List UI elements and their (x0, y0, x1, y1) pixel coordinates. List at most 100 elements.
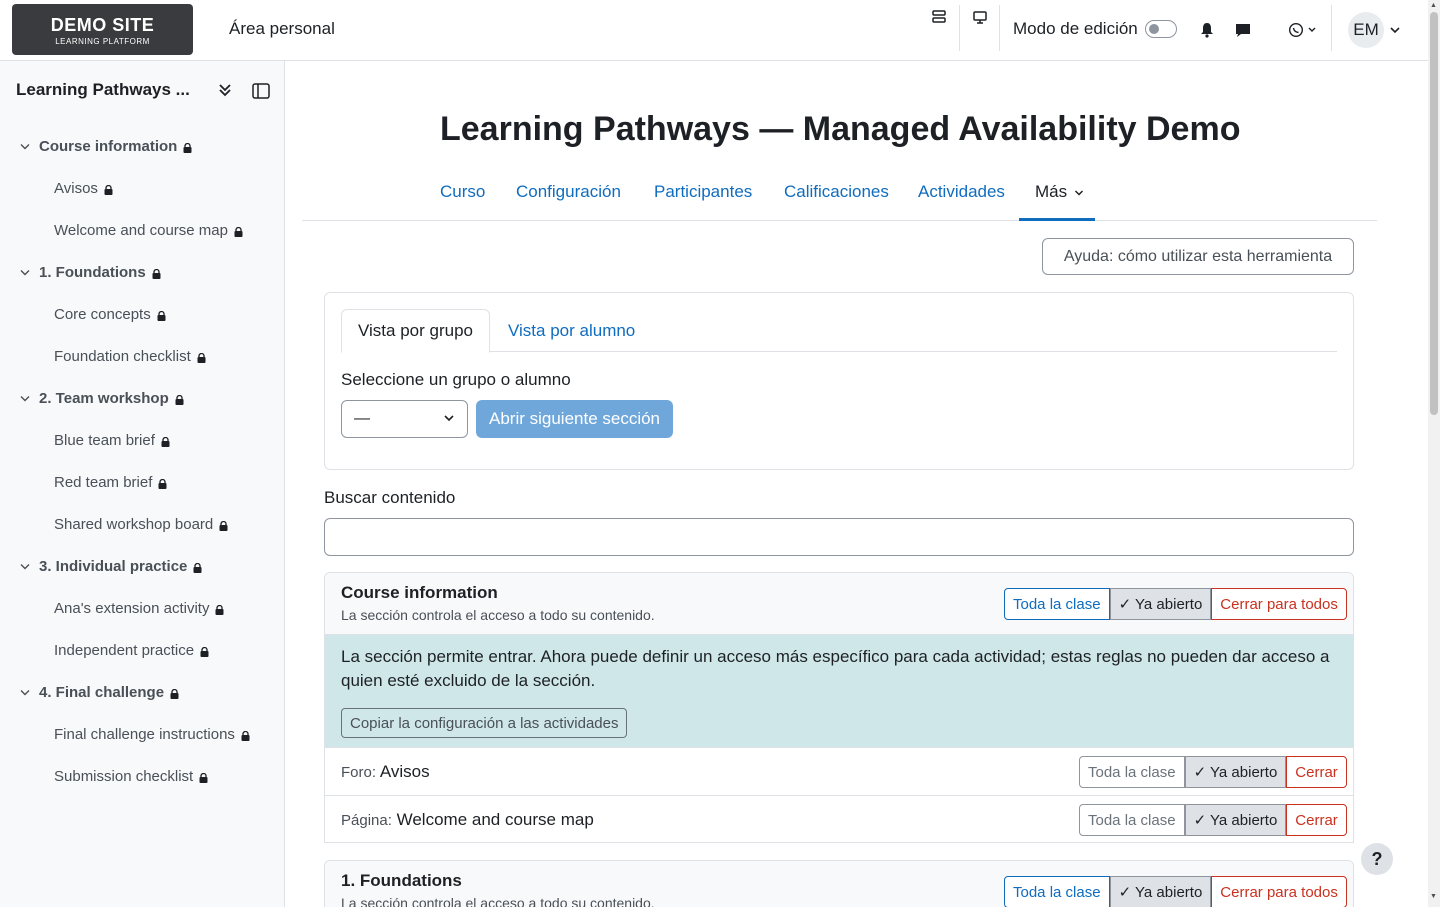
lock-icon (183, 142, 192, 153)
chevron-down-icon[interactable] (18, 561, 32, 573)
course-index-drawer: Learning Pathways ... Course information… (0, 61, 285, 907)
course-secondary-nav: Curso Configuración Participantes Califi… (302, 170, 1377, 221)
lock-icon (152, 268, 161, 279)
already-open-button[interactable]: ✓ Ya abierto (1184, 804, 1287, 836)
section-card: 1. Foundations La sección controla el ac… (324, 860, 1354, 907)
copy-settings-button[interactable]: Copiar la configuración a las actividade… (341, 708, 628, 738)
sidebar-activity[interactable]: Submission checklist (54, 768, 208, 785)
nav-home-link[interactable]: Área personal (229, 19, 335, 39)
section-card: Course information La sección controla e… (324, 572, 1354, 843)
sidebar-item-label: Submission checklist (54, 768, 194, 785)
tab-settings[interactable]: Configuración (516, 182, 621, 202)
edit-mode-label: Modo de edición (1013, 19, 1138, 38)
page-scrollbar[interactable]: ▲ ▼ (1428, 0, 1440, 907)
lock-icon (197, 352, 206, 363)
sidebar-item-label: Shared workshop board (54, 516, 214, 533)
tab-activities[interactable]: Actividades (918, 182, 1005, 202)
chevron-down-icon[interactable] (1389, 24, 1401, 36)
sidebar-activity[interactable]: Final challenge instructions (54, 726, 250, 743)
whole-class-button[interactable]: Toda la clase (1079, 804, 1185, 836)
chevron-down-icon[interactable] (18, 141, 32, 153)
edit-mode-toggle[interactable] (1145, 20, 1177, 38)
chevron-down-icon[interactable] (18, 267, 32, 279)
messages-icon[interactable] (1233, 20, 1253, 40)
scrollbar-thumb[interactable] (1430, 12, 1438, 415)
section-info-text: La sección permite entrar. Ahora puede d… (341, 647, 1330, 690)
nav-divider (999, 5, 1000, 51)
lock-icon (193, 562, 202, 573)
lock-icon (199, 772, 208, 783)
close-drawer-icon[interactable] (251, 82, 271, 100)
already-open-button[interactable]: ✓ Ya abierto (1109, 588, 1212, 620)
tab-student-view[interactable]: Vista por alumno (492, 309, 651, 352)
chevron-down-icon[interactable] (18, 393, 32, 405)
sidebar-activity[interactable]: Core concepts (54, 306, 166, 323)
page-title: Learning Pathways — Managed Availability… (440, 110, 1241, 148)
scroll-up-arrow-icon[interactable]: ▲ (1430, 2, 1437, 9)
tab-more[interactable]: Más (1035, 182, 1084, 202)
scroll-down-arrow-icon[interactable]: ▼ (1430, 893, 1437, 900)
collapse-all-icon[interactable] (217, 81, 233, 99)
tab-course[interactable]: Curso (440, 182, 485, 202)
sidebar-activity[interactable]: Foundation checklist (54, 348, 206, 365)
monitor-icon[interactable] (970, 8, 990, 26)
course-index-title[interactable]: Learning Pathways ... (16, 80, 190, 100)
sidebar-activity[interactable]: Shared workshop board (54, 516, 228, 533)
sidebar-item-label: Foundation checklist (54, 348, 191, 365)
activity-access-buttons: Toda la clase ✓ Ya abierto Cerrar (1079, 756, 1347, 788)
sidebar-item-label: Red team brief (54, 474, 153, 491)
sidebar-section[interactable]: 4. Final challenge (18, 684, 179, 701)
site-logo-subtitle: LEARNING PLATFORM (55, 37, 150, 46)
activity-row: Foro: Avisos Toda la clase ✓ Ya abierto … (325, 748, 1353, 796)
sidebar-activity[interactable]: Avisos (54, 180, 113, 197)
lock-icon (104, 184, 113, 195)
sidebar-activity[interactable]: Blue team brief (54, 432, 170, 449)
activity-label: Página: Welcome and course map (341, 810, 594, 830)
tab-group-view[interactable]: Vista por grupo (341, 309, 490, 353)
sidebar-section[interactable]: 1. Foundations (18, 264, 161, 281)
chevron-down-icon (1074, 190, 1083, 196)
sidebar-activity[interactable]: Welcome and course map (54, 222, 243, 239)
search-content-input[interactable] (324, 518, 1354, 556)
open-next-section-button[interactable]: Abrir siguiente sección (476, 400, 673, 438)
lock-icon (219, 520, 228, 531)
activity-row: Página: Welcome and course map Toda la c… (325, 796, 1353, 842)
sidebar-section[interactable]: 3. Individual practice (18, 558, 202, 575)
group-select[interactable]: — (341, 400, 468, 438)
site-logo[interactable]: DEMO SITE LEARNING PLATFORM (12, 4, 193, 55)
help-fab-button[interactable]: ? (1361, 843, 1393, 875)
chevron-down-icon[interactable] (18, 687, 32, 699)
sidebar-item-label: Ana's extension activity (54, 600, 210, 617)
section-title: Course information (341, 583, 498, 602)
user-avatar[interactable]: EM (1348, 12, 1384, 48)
sidebar-item-label: Blue team brief (54, 432, 155, 449)
sidebar-activity[interactable]: Independent practice (54, 642, 209, 659)
whole-class-button[interactable]: Toda la clase (1079, 756, 1185, 788)
course-index-icon[interactable] (928, 8, 950, 26)
group-selector-card: Vista por grupo Vista por alumno Selecci… (324, 292, 1354, 470)
close-button[interactable]: Cerrar (1286, 804, 1347, 836)
close-button[interactable]: Cerrar (1286, 756, 1347, 788)
sidebar-activity[interactable]: Ana's extension activity (54, 600, 224, 617)
close-for-all-button[interactable]: Cerrar para todos (1211, 876, 1347, 907)
sidebar-section[interactable]: 2. Team workshop (18, 390, 184, 407)
help-how-to-use-button[interactable]: Ayuda: cómo utilizar esta herramienta (1042, 238, 1354, 275)
sidebar-item-label: Independent practice (54, 642, 195, 659)
tab-grades[interactable]: Calificaciones (784, 182, 889, 202)
tab-participants[interactable]: Participantes (654, 182, 752, 202)
sidebar-item-label: 4. Final challenge (39, 684, 165, 701)
already-open-button[interactable]: ✓ Ya abierto (1184, 756, 1287, 788)
section-header: Course information La sección controla e… (325, 573, 1353, 635)
bell-icon[interactable] (1197, 20, 1217, 40)
lock-icon (234, 226, 243, 237)
lock-icon (215, 604, 224, 615)
whatsapp-menu-icon[interactable] (1285, 20, 1321, 40)
close-for-all-button[interactable]: Cerrar para todos (1211, 588, 1347, 620)
sidebar-section[interactable]: Course information (18, 138, 192, 155)
section-description: La sección controla el acceso a todo su … (341, 895, 655, 907)
whole-class-button[interactable]: Toda la clase (1004, 876, 1110, 907)
already-open-button[interactable]: ✓ Ya abierto (1109, 876, 1212, 907)
sidebar-item-label: Core concepts (54, 306, 151, 323)
whole-class-button[interactable]: Toda la clase (1004, 588, 1110, 620)
sidebar-activity[interactable]: Red team brief (54, 474, 167, 491)
